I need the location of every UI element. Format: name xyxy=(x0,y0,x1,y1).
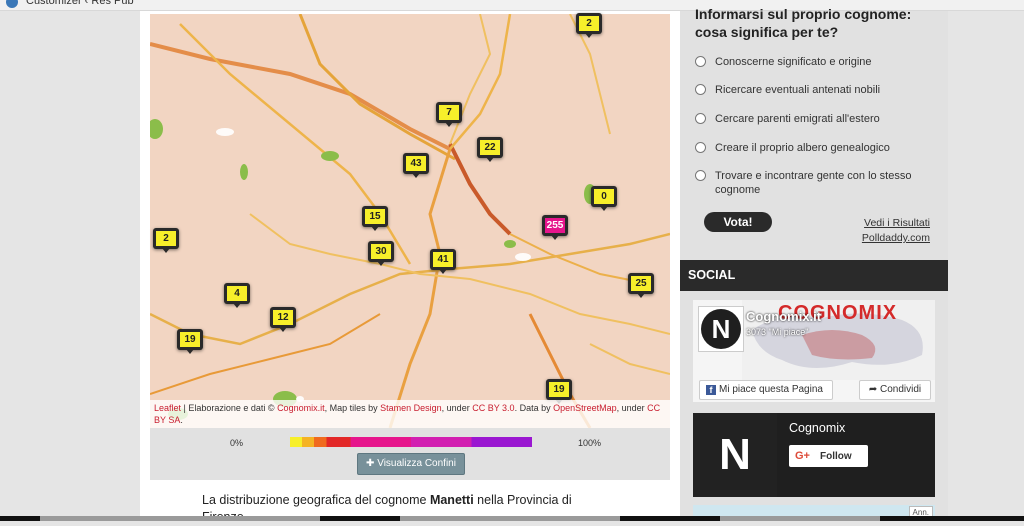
share-arrow-icon: ➦ xyxy=(868,384,881,395)
taskbar-segment xyxy=(40,516,320,521)
map-marker[interactable]: 19 xyxy=(546,379,572,404)
map-marker[interactable]: 0 xyxy=(591,186,617,211)
facebook-page-logo[interactable]: N xyxy=(698,306,744,352)
taskbar xyxy=(0,516,1024,521)
surname-distribution-map[interactable] xyxy=(150,14,670,428)
leaflet-link[interactable]: Leaflet xyxy=(154,403,181,413)
map-marker[interactable]: 19 xyxy=(177,329,203,354)
map-marker[interactable]: 30 xyxy=(368,241,394,266)
vote-button[interactable]: Vota! xyxy=(704,212,772,232)
radio-button[interactable] xyxy=(695,84,706,95)
facebook-icon: f xyxy=(706,385,716,395)
poll-results-links: Vedi i Risultati Polldaddy.com xyxy=(856,216,930,246)
google-plus-page-logo[interactable]: N xyxy=(693,413,777,497)
google-plus-page-name[interactable]: Cognomix xyxy=(789,421,845,435)
left-gutter xyxy=(0,11,140,521)
visualizza-confini-button[interactable]: ✚ Visualizza Confini xyxy=(357,453,465,475)
map-marker[interactable]: 12 xyxy=(270,307,296,332)
n-logo-icon: N xyxy=(701,309,741,349)
radio-button[interactable] xyxy=(695,56,706,67)
legend-gradient xyxy=(290,437,532,447)
surname: Manetti xyxy=(429,493,474,507)
stamen-link[interactable]: Stamen Design xyxy=(380,403,442,413)
map-tiles xyxy=(150,14,670,428)
facebook-share-button[interactable]: ➦ Condividi xyxy=(859,380,931,400)
radio-button[interactable] xyxy=(695,142,706,153)
poll-question: Informarsi sul proprio cognome: cosa sig… xyxy=(695,6,912,40)
wordpress-icon xyxy=(6,0,18,8)
poll-option[interactable]: Cercare parenti emigrati all'estero xyxy=(695,112,935,126)
map-marker[interactable]: 22 xyxy=(477,137,503,162)
map-marker-highlighted[interactable]: 255 xyxy=(542,215,568,240)
legend-max-label: 100% xyxy=(578,438,602,448)
map-legend: 0% 100% ✚ Visualizza Confini xyxy=(150,428,670,480)
radio-button[interactable] xyxy=(695,113,706,124)
legend-min-label: 0% xyxy=(230,438,244,448)
browser-tab-title[interactable]: Customizer ‹ Res Pub xyxy=(26,0,134,8)
n-logo-icon: N xyxy=(719,430,751,479)
google-plus-follow-button[interactable]: G+ Follow xyxy=(789,445,868,467)
map-marker[interactable]: 15 xyxy=(362,206,388,231)
poll-option[interactable]: Conoscerne significato e origine xyxy=(695,55,935,69)
radio-button[interactable] xyxy=(695,170,706,181)
taskbar-segment xyxy=(400,516,620,521)
taskbar-segment xyxy=(720,516,880,521)
polldaddy-link[interactable]: Polldaddy.com xyxy=(862,232,930,244)
map-marker[interactable]: 43 xyxy=(403,153,429,178)
social-header: SOCIAL xyxy=(680,260,948,291)
google-plus-icon: G+ xyxy=(795,450,810,462)
cc-by-link[interactable]: CC BY 3.0 xyxy=(472,403,514,413)
map-marker[interactable]: 2 xyxy=(576,13,602,38)
map-marker[interactable]: 4 xyxy=(224,283,250,308)
facebook-page-name[interactable]: Cognomix.it xyxy=(746,309,821,324)
map-marker[interactable]: 7 xyxy=(436,102,462,127)
map-marker[interactable]: 2 xyxy=(153,228,179,253)
poll-option[interactable]: Creare il proprio albero genealogico xyxy=(695,141,935,155)
facebook-like-button[interactable]: f Mi piace questa Pagina xyxy=(699,380,833,400)
osm-link[interactable]: OpenStreetMap xyxy=(553,403,617,413)
facebook-likes-count: 3073 "Mi piace" xyxy=(746,327,809,337)
poll-option[interactable]: Trovare e incontrare gente con lo stesso… xyxy=(695,169,935,197)
map-marker[interactable]: 41 xyxy=(430,249,456,274)
poll-option[interactable]: Ricercare eventuali antenati nobili xyxy=(695,83,935,97)
view-results-link[interactable]: Vedi i Risultati xyxy=(864,217,930,229)
cognomix-link[interactable]: Cognomix.it xyxy=(277,403,325,413)
map-marker[interactable]: 25 xyxy=(628,273,654,298)
right-gutter xyxy=(948,11,1024,521)
